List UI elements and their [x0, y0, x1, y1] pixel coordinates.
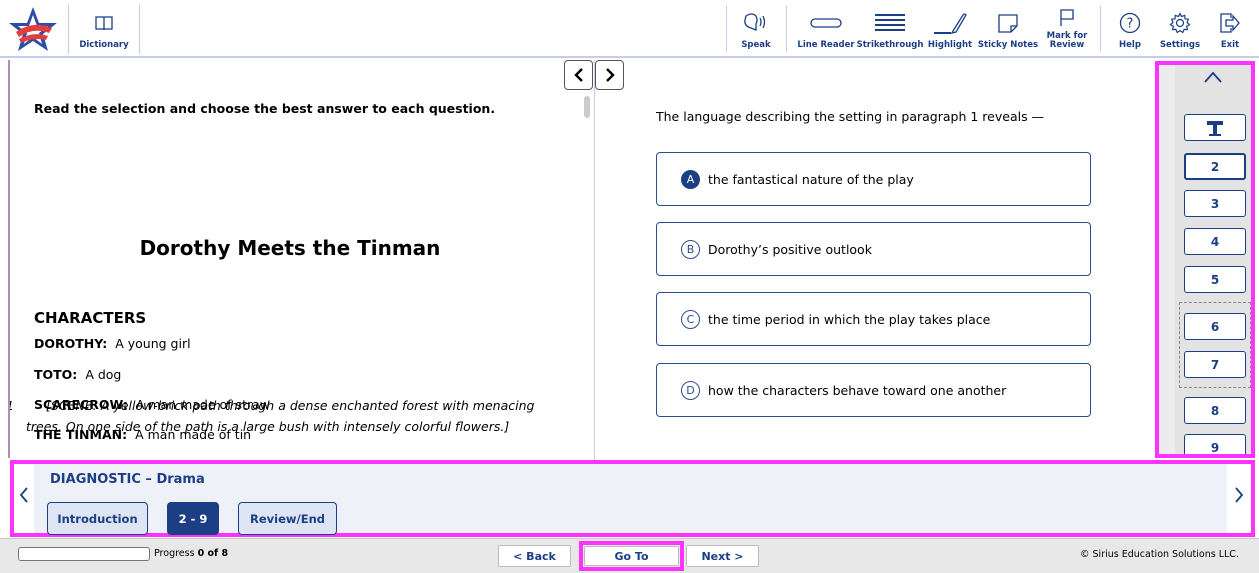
choice-letter: A	[681, 169, 700, 189]
help-icon: ?	[1119, 12, 1141, 33]
question-nav-intro-button[interactable]	[1184, 114, 1246, 141]
panel-divider	[594, 60, 595, 460]
choice-text: how the characters behave toward one ano…	[708, 382, 1007, 398]
highlight-label: Highlight	[927, 40, 973, 50]
progress-prefix: Progress	[154, 548, 195, 559]
chevron-left-icon	[573, 68, 583, 82]
choice-text: the time period in which the play takes …	[708, 311, 991, 327]
question-nav-item[interactable]: 7	[1184, 351, 1246, 378]
section-next-button[interactable]	[1234, 486, 1244, 509]
collapse-right-button[interactable]	[595, 60, 624, 90]
help-button[interactable]: ? Help	[1110, 4, 1150, 54]
scene-line-2: trees. On one side of the path is a larg…	[26, 419, 510, 434]
answer-choice-a[interactable]: A the fantastical nature of the play	[656, 152, 1091, 206]
question-nav-item[interactable]: 9	[1184, 434, 1246, 454]
line-reader-label: Line Reader	[797, 40, 855, 50]
character-name: TOTO:	[34, 367, 78, 382]
answer-choice-c[interactable]: C the time period in which the play take…	[656, 292, 1091, 346]
question-nav-item[interactable]: 4	[1184, 228, 1246, 255]
dictionary-button[interactable]: Dictionary	[68, 4, 140, 54]
section-title: DIAGNOSTIC – Drama	[50, 472, 205, 487]
question-nav-item[interactable]: 8	[1184, 397, 1246, 424]
toolbar-divider	[786, 6, 787, 52]
sticky-notes-label: Sticky Notes	[977, 40, 1039, 50]
passage-panel[interactable]: Read the selection and choose the best a…	[8, 60, 594, 458]
help-label: Help	[1119, 40, 1141, 50]
copyright-text: © Sirius Education Solutions LLC.	[1080, 549, 1239, 560]
progress-bar	[18, 547, 150, 561]
toolbar-divider	[1100, 6, 1101, 52]
settings-label: Settings	[1159, 40, 1201, 50]
star-logo	[9, 7, 57, 51]
toolbar: Dictionary Speak Line Reader Strikethrou…	[0, 0, 1259, 58]
character-entry: TOTO: A dog	[34, 367, 121, 382]
gear-icon	[1169, 11, 1191, 33]
passage-scrollbar[interactable]	[584, 96, 590, 118]
answer-choice-b[interactable]: B Dorothy’s positive outlook	[656, 222, 1091, 276]
strikethrough-button[interactable]: Strikethrough	[856, 4, 924, 54]
paragraph-number: 1	[10, 395, 46, 416]
mark-for-review-button[interactable]: Mark for Review	[1042, 4, 1092, 54]
goto-button[interactable]: Go To	[584, 546, 679, 566]
podium-icon	[1207, 120, 1223, 136]
choice-text: Dorothy’s positive outlook	[708, 241, 872, 257]
next-button[interactable]: Next >	[686, 545, 759, 567]
question-nav-item[interactable]: 6	[1184, 313, 1246, 340]
sticky-notes-button[interactable]: Sticky Notes	[976, 4, 1040, 54]
chevron-right-icon	[605, 68, 615, 82]
mark-for-review-label-2: Review	[1049, 40, 1085, 50]
highlight-button[interactable]: Highlight	[926, 4, 974, 54]
progress-label: Progress 0 of 8	[154, 548, 228, 559]
speak-label: Speak	[741, 40, 771, 50]
exit-icon	[1220, 12, 1240, 33]
character-desc: A young girl	[115, 336, 191, 351]
choice-text: the fantastical nature of the play	[708, 171, 914, 187]
characters-heading: CHARACTERS	[34, 309, 147, 327]
answer-choice-d[interactable]: D how the characters behave toward one a…	[656, 363, 1091, 417]
question-nav-item[interactable]: 5	[1184, 266, 1246, 293]
scene-paragraph: 1[SCENE: A yellow-brick path through a d…	[10, 395, 566, 437]
exit-button[interactable]: Exit	[1210, 4, 1250, 54]
svg-text:?: ?	[1127, 16, 1134, 31]
question-prompt: The language describing the setting in p…	[656, 109, 1045, 124]
line-reader-button[interactable]: Line Reader	[797, 4, 855, 54]
chevron-left-icon	[19, 487, 28, 503]
question-nav-item[interactable]: 2	[1184, 153, 1246, 180]
strikethrough-icon	[875, 13, 905, 31]
sticky-note-icon	[998, 13, 1018, 33]
back-button[interactable]: < Back	[498, 545, 571, 567]
tab-introduction[interactable]: Introduction	[47, 502, 148, 535]
book-icon	[95, 15, 113, 30]
character-entry: DOROTHY: A young girl	[34, 336, 191, 351]
toolbar-divider	[726, 6, 727, 52]
settings-button[interactable]: Settings	[1158, 4, 1202, 54]
choice-letter: C	[681, 309, 700, 329]
tab-questions[interactable]: 2 - 9	[167, 502, 219, 535]
flag-icon	[1060, 9, 1074, 26]
question-nav-clip: 9	[1184, 434, 1246, 454]
choice-letter: D	[681, 380, 700, 400]
progress-count: 0 of 8	[197, 548, 229, 559]
scene-line-1: [SCENE: A yellow-brick path through a de…	[46, 398, 535, 413]
tab-review-end[interactable]: Review/End	[238, 502, 337, 535]
line-reader-icon	[810, 17, 842, 28]
highlighter-icon	[934, 12, 967, 34]
collapse-left-button[interactable]	[564, 60, 593, 90]
speak-icon	[744, 12, 766, 31]
section-prev-button[interactable]	[19, 486, 29, 509]
passage-instructions: Read the selection and choose the best a…	[34, 101, 496, 116]
dictionary-label: Dictionary	[79, 40, 129, 50]
passage-title: Dorothy Meets the Tinman	[139, 236, 441, 260]
speak-button[interactable]: Speak	[733, 4, 779, 54]
character-name: DOROTHY:	[34, 336, 108, 351]
choice-letter: B	[681, 239, 700, 259]
exit-label: Exit	[1220, 40, 1240, 50]
chevron-right-icon	[1235, 487, 1244, 503]
question-nav-item[interactable]: 3	[1184, 190, 1246, 217]
test-app: Dictionary Speak Line Reader Strikethrou…	[0, 0, 1259, 573]
chevron-up-icon[interactable]	[1203, 70, 1223, 84]
strikethrough-label: Strikethrough	[856, 40, 924, 50]
character-desc: A dog	[85, 367, 122, 382]
